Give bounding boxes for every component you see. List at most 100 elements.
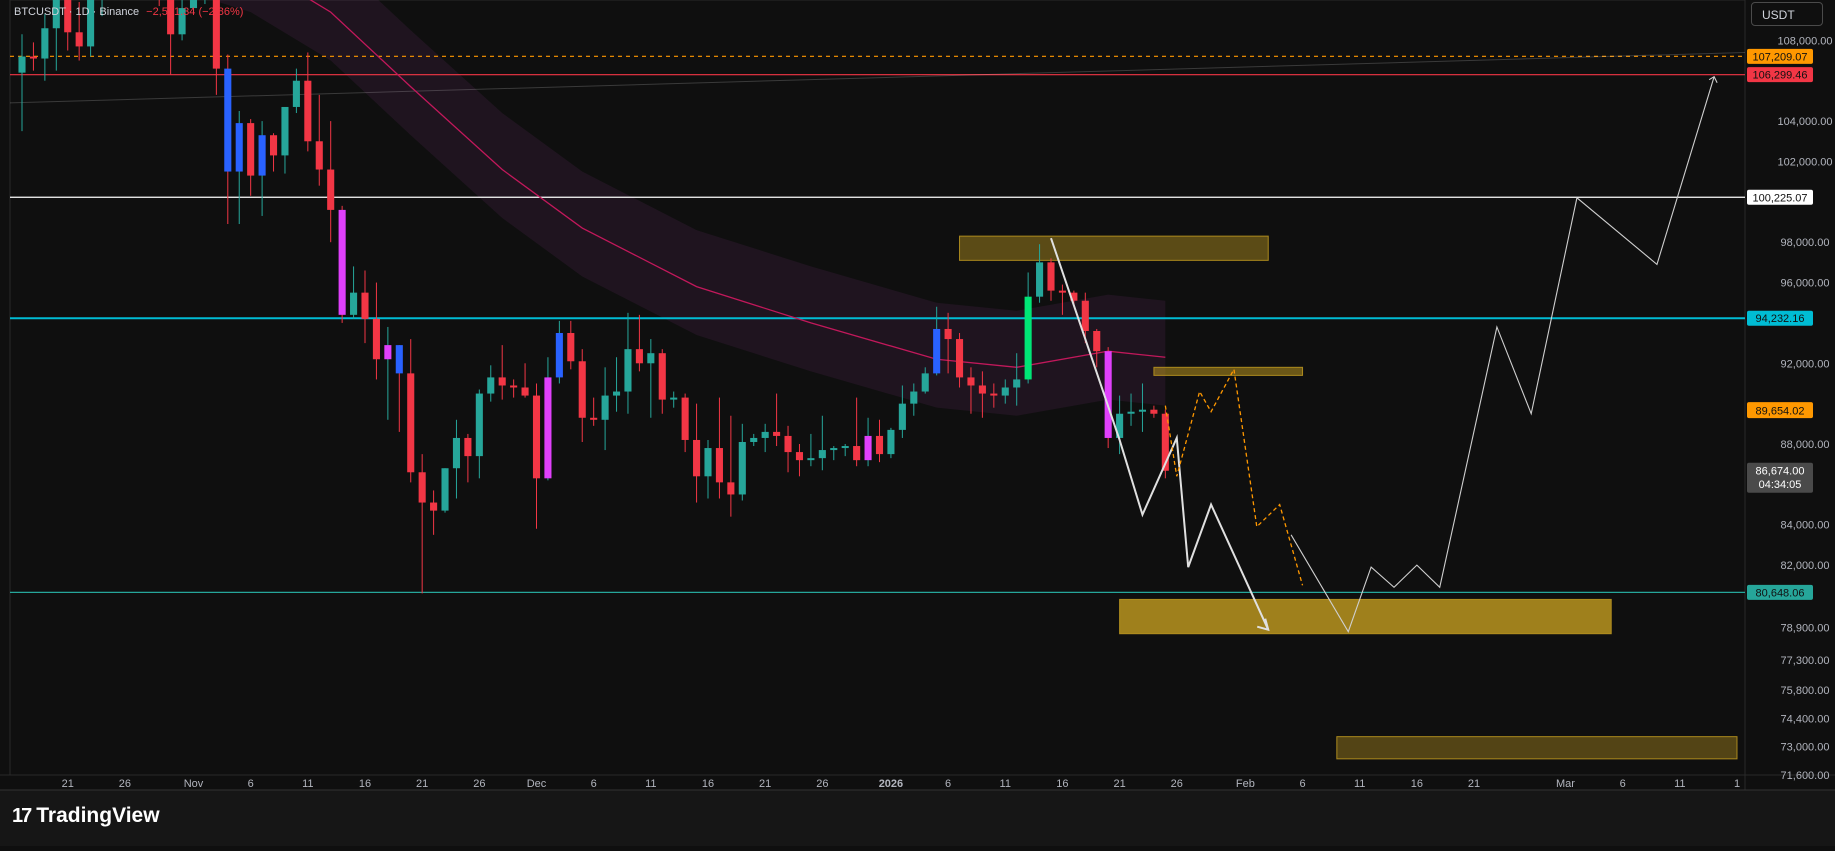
candle-body xyxy=(304,80,312,142)
candle-body xyxy=(510,385,518,388)
x-tick-label: 6 xyxy=(591,778,597,790)
candle-body xyxy=(395,345,403,374)
candle-body xyxy=(784,435,792,453)
currency-button[interactable]: USDT xyxy=(1751,2,1823,26)
y-tick-label: 108,000.00 xyxy=(1777,35,1832,47)
symbol-line: BTCUSDT · 1D · Binance xyxy=(14,6,140,18)
x-tick-label: 16 xyxy=(702,778,714,790)
y-tick-label: 77,300.00 xyxy=(1781,655,1830,667)
x-tick-label: 11 xyxy=(645,778,656,790)
price-tag-label: 107,209.07 xyxy=(1752,51,1807,63)
candle-body xyxy=(795,452,804,461)
x-tick-label: 21 xyxy=(62,778,74,790)
x-tick-label: 6 xyxy=(945,778,951,790)
y-tick-label: 98,000.00 xyxy=(1781,237,1830,249)
candle-body xyxy=(910,391,918,404)
x-tick-label: 16 xyxy=(1411,778,1423,790)
candle-body xyxy=(18,56,26,73)
x-tick-label: Dec xyxy=(527,778,547,790)
price-chart[interactable]: 108,000.00 104,000.00 102,000.00 98,000.00 9… xyxy=(0,0,1835,846)
candle-body xyxy=(830,448,838,451)
y-tick-label: 82,000.00 xyxy=(1781,560,1830,572)
candle-body xyxy=(875,435,884,455)
candle-body xyxy=(269,135,278,156)
y-tick-label: 73,000.00 xyxy=(1781,742,1830,754)
x-tick-label: 11 xyxy=(1354,778,1365,790)
x-tick-label: 26 xyxy=(816,778,828,790)
candle-body xyxy=(338,209,346,315)
zone-box xyxy=(1336,736,1738,760)
candle-body xyxy=(567,333,575,362)
candle-body xyxy=(487,377,495,394)
candle-body xyxy=(1047,262,1055,291)
x-tick-label: 26 xyxy=(1171,778,1183,790)
candle-body xyxy=(658,353,666,400)
candle-body xyxy=(1058,290,1066,293)
price-tag-label: 94,232.16 xyxy=(1756,313,1805,325)
candle-body xyxy=(361,292,369,319)
trend-line xyxy=(9,51,1746,104)
projection-path xyxy=(1050,237,1270,631)
candle-body xyxy=(624,349,632,392)
price-tag-countdown: 04:34:05 xyxy=(1759,479,1802,491)
x-tick-label: 21 xyxy=(1468,778,1480,790)
candle-body xyxy=(612,391,621,396)
candle-body xyxy=(1001,387,1009,396)
candle-body xyxy=(1104,351,1112,438)
candle-body xyxy=(418,472,426,503)
candle-body xyxy=(1036,262,1044,297)
tradingview-logo-icon: 17 xyxy=(12,804,32,827)
zone-box xyxy=(1153,366,1304,376)
candle-body xyxy=(384,345,392,360)
tradingview-brand[interactable]: 17 TradingView xyxy=(12,804,160,828)
footer-bar xyxy=(0,790,1835,846)
ma-envelope xyxy=(212,0,1166,416)
candle-body xyxy=(327,169,335,210)
candle-body xyxy=(601,395,609,420)
candle-body xyxy=(532,395,541,479)
y-tick-label: 78,900.00 xyxy=(1781,623,1830,635)
candle-body xyxy=(1081,300,1089,331)
candle-body xyxy=(281,106,289,156)
candle-body xyxy=(452,437,461,469)
symbol-header: BTCUSDT · 1D · Binance −2,551.34 (−2.86%… xyxy=(14,6,243,18)
candle-body xyxy=(921,373,929,392)
candle-body xyxy=(1138,409,1147,412)
candle-body xyxy=(715,448,723,483)
chart-root: 108,000.00 104,000.00 102,000.00 98,000.00 9… xyxy=(0,0,1835,846)
x-tick-label: 16 xyxy=(359,778,371,790)
x-tick-label: 2026 xyxy=(879,778,903,790)
x-tick-label: 21 xyxy=(1113,778,1125,790)
zone-box xyxy=(1119,598,1612,635)
candle-body xyxy=(898,403,906,430)
zone-box xyxy=(959,235,1269,261)
projection-path-long xyxy=(1290,76,1715,634)
candle-body xyxy=(247,123,255,176)
candle-body xyxy=(773,431,781,436)
y-tick-label: 96,000.00 xyxy=(1781,278,1830,290)
candle-body xyxy=(555,333,563,378)
candle-body xyxy=(647,353,655,364)
price-tag-label: 86,674.00 xyxy=(1756,465,1805,477)
x-tick-label: 11 xyxy=(1000,778,1011,790)
candle-body xyxy=(464,437,472,457)
y-tick-label: 84,000.00 xyxy=(1781,520,1830,532)
candle-body xyxy=(1150,409,1158,414)
candle-body xyxy=(590,417,598,420)
candle-body xyxy=(818,450,826,459)
candle-body xyxy=(635,349,643,364)
candle-body xyxy=(1024,296,1032,380)
candle-body xyxy=(407,373,415,473)
x-tick-label: 21 xyxy=(416,778,428,790)
x-tick-label: 1 xyxy=(1734,778,1740,790)
candle-body xyxy=(841,446,849,449)
candle-body xyxy=(475,393,483,457)
candle-body xyxy=(224,68,232,172)
y-tick-label: 102,000.00 xyxy=(1777,156,1832,168)
x-tick-label: 11 xyxy=(302,778,313,790)
candle-body xyxy=(967,377,975,386)
candle-body xyxy=(681,397,689,440)
candle-body xyxy=(727,482,735,495)
price-tag-label: 100,225.07 xyxy=(1752,192,1807,204)
candle-body xyxy=(498,377,506,386)
